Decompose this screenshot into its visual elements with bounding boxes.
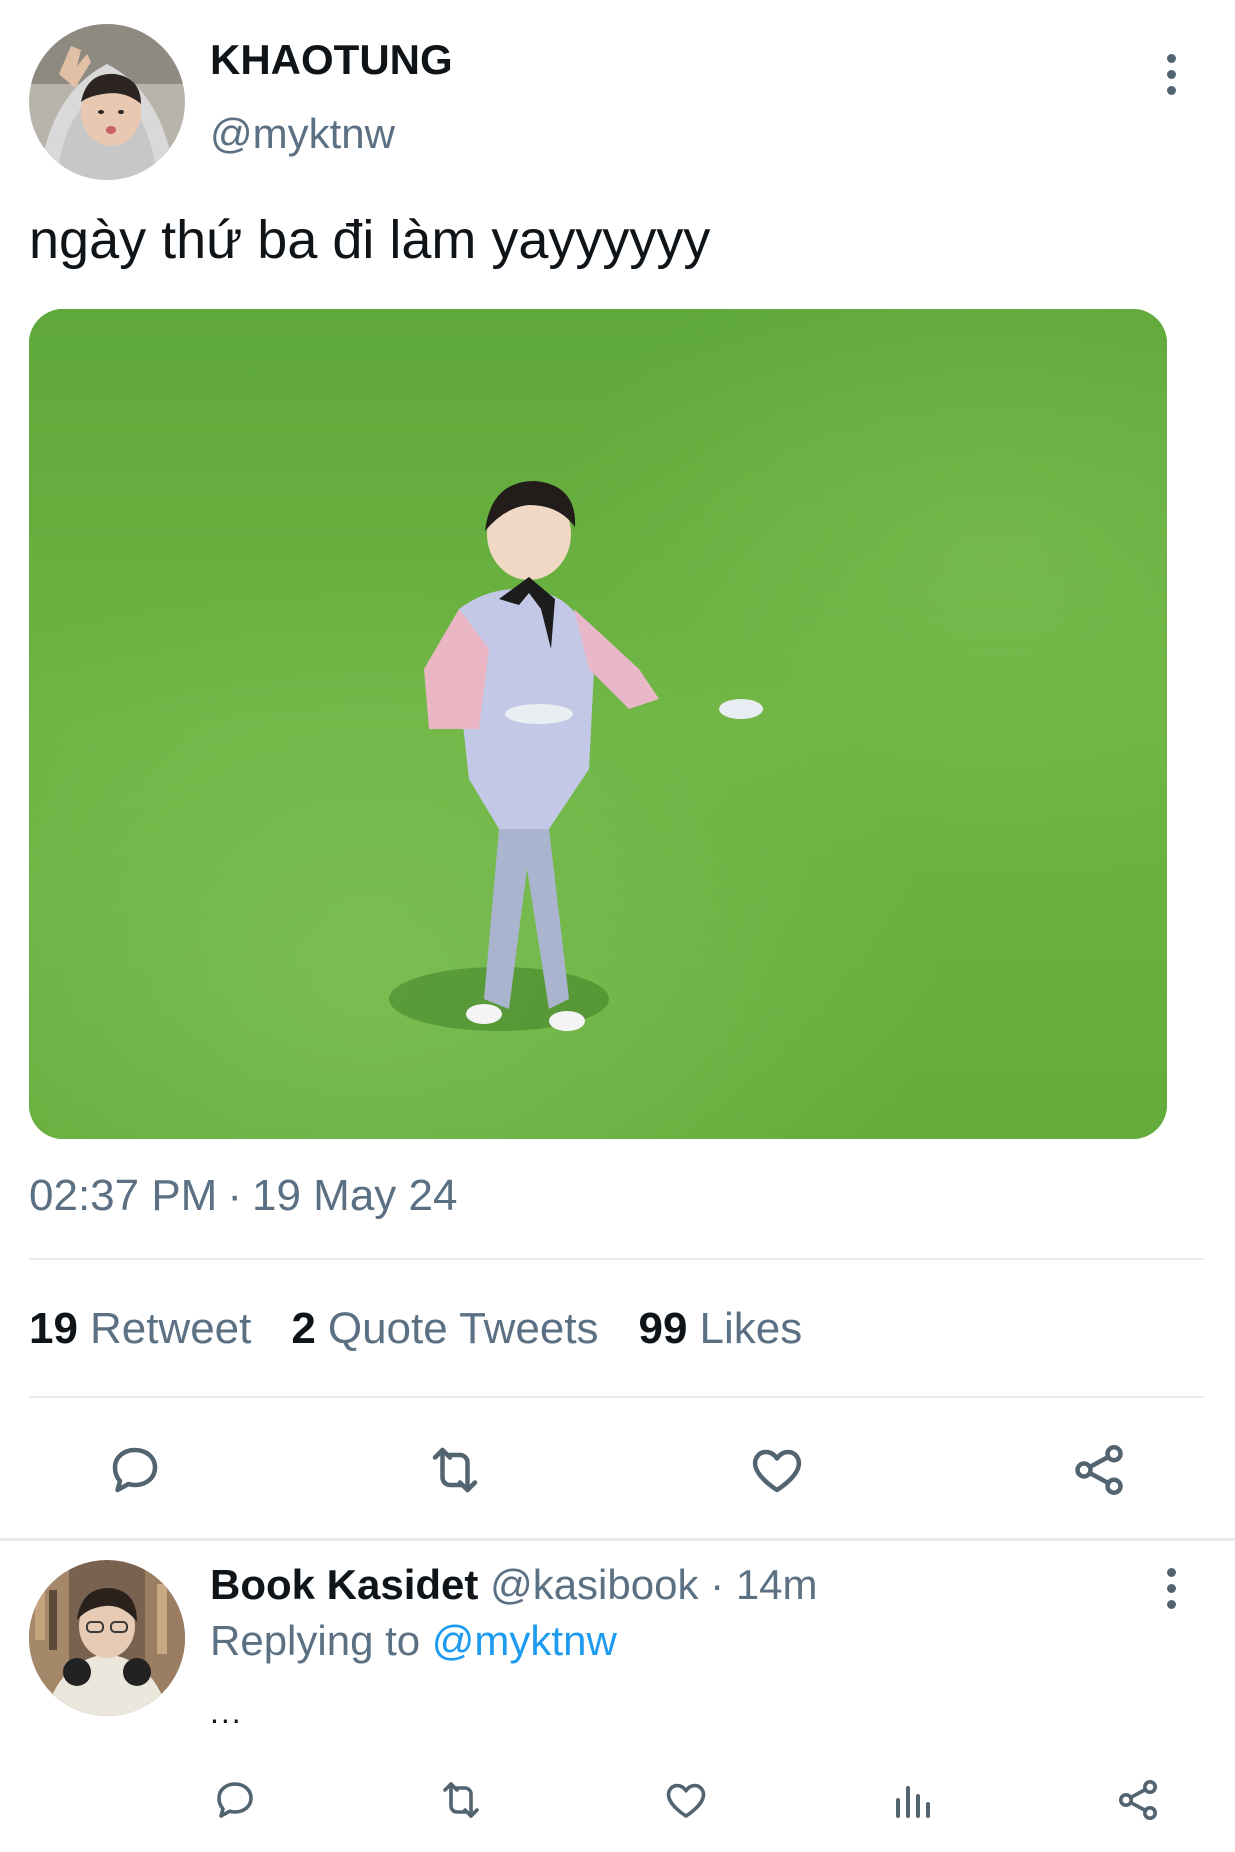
reply-text: ... bbox=[210, 1694, 243, 1730]
likes-stat[interactable]: 99 Likes bbox=[639, 1302, 803, 1356]
share-icon bbox=[1075, 1445, 1123, 1495]
tweet-time: 02:37 PM bbox=[29, 1171, 218, 1220]
tweet-timestamp[interactable]: 02:37 PM · 19 May 24 bbox=[29, 1169, 457, 1223]
tweet-text: ngày thứ ba đi làm yayyyyyy bbox=[29, 210, 711, 270]
avatar-photo bbox=[29, 1560, 185, 1716]
more-dot-icon bbox=[1166, 69, 1176, 79]
engagement-stats: 19 Retweet 2 Quote Tweets 99 Likes bbox=[29, 1302, 802, 1356]
more-options-button[interactable] bbox=[1149, 42, 1193, 106]
retweet-icon bbox=[443, 1782, 479, 1818]
analytics-icon bbox=[896, 1786, 930, 1818]
reply-icon bbox=[112, 1447, 158, 1493]
quote-label: Quote Tweets bbox=[327, 1304, 599, 1353]
reply-analytics-button[interactable] bbox=[878, 1766, 946, 1834]
heart-icon bbox=[666, 1783, 706, 1818]
reply-more-options-button[interactable] bbox=[1149, 1556, 1193, 1620]
retweet-stat[interactable]: 19 Retweet bbox=[29, 1302, 251, 1356]
likes-label: Likes bbox=[699, 1304, 803, 1353]
share-button[interactable] bbox=[1059, 1430, 1139, 1510]
replying-to-label: Replying to bbox=[210, 1617, 421, 1664]
reply-action-bar bbox=[0, 1766, 1235, 1834]
tweet-action-bar bbox=[0, 1430, 1235, 1510]
divider bbox=[29, 1396, 1204, 1398]
tweet-date: 19 May 24 bbox=[252, 1171, 458, 1220]
reply-share-button[interactable] bbox=[1104, 1766, 1172, 1834]
heart-icon bbox=[752, 1449, 802, 1493]
reply-reply-button[interactable] bbox=[201, 1766, 269, 1834]
like-button[interactable] bbox=[737, 1430, 817, 1510]
reply-author-avatar[interactable] bbox=[29, 1560, 185, 1716]
retweet-count: 19 bbox=[29, 1304, 78, 1353]
divider bbox=[29, 1258, 1204, 1260]
quote-count: 2 bbox=[291, 1304, 316, 1353]
reply-like-button[interactable] bbox=[652, 1766, 720, 1834]
replying-to: Replying to @myktnw bbox=[210, 1614, 617, 1668]
reply-icon bbox=[217, 1782, 253, 1818]
retweet-button[interactable] bbox=[415, 1430, 495, 1510]
more-dot-icon bbox=[1166, 1583, 1176, 1593]
likes-count: 99 bbox=[638, 1304, 688, 1353]
retweet-label: Retweet bbox=[89, 1304, 252, 1353]
timestamp-separator: · bbox=[227, 1171, 242, 1220]
avatar-photo bbox=[29, 24, 185, 180]
reply-timestamp[interactable]: 14m bbox=[736, 1561, 818, 1608]
author-display-name[interactable]: KHAOTUNG bbox=[210, 34, 453, 86]
replying-to-mention-link[interactable]: @myktnw bbox=[432, 1617, 617, 1664]
more-dot-icon bbox=[1166, 85, 1176, 95]
reply-author-handle[interactable]: @kasibook bbox=[490, 1561, 698, 1608]
reply-retweet-button[interactable] bbox=[427, 1766, 495, 1834]
author-handle[interactable]: @myktnw bbox=[210, 108, 395, 160]
reply-header: Book Kasidet @kasibook · 14m bbox=[210, 1558, 818, 1612]
retweet-icon bbox=[432, 1447, 478, 1493]
reply-author-display-name[interactable]: Book Kasidet bbox=[210, 1561, 478, 1608]
quote-tweets-stat[interactable]: 2 Quote Tweets bbox=[291, 1302, 598, 1356]
grass-field-photo bbox=[29, 309, 1167, 1139]
more-dot-icon bbox=[1166, 53, 1176, 63]
reply-button[interactable] bbox=[95, 1430, 175, 1510]
more-dot-icon bbox=[1166, 1599, 1176, 1609]
author-avatar[interactable] bbox=[29, 24, 185, 180]
tweet-detail-page: KHAOTUNG @myktnw ngày thứ ba đi làm yayy… bbox=[0, 0, 1235, 1852]
share-icon bbox=[1119, 1780, 1157, 1820]
section-separator bbox=[0, 1538, 1235, 1541]
tweet-media-image[interactable] bbox=[29, 309, 1167, 1139]
more-dot-icon bbox=[1166, 1567, 1176, 1577]
reply-separator: · bbox=[710, 1561, 725, 1608]
